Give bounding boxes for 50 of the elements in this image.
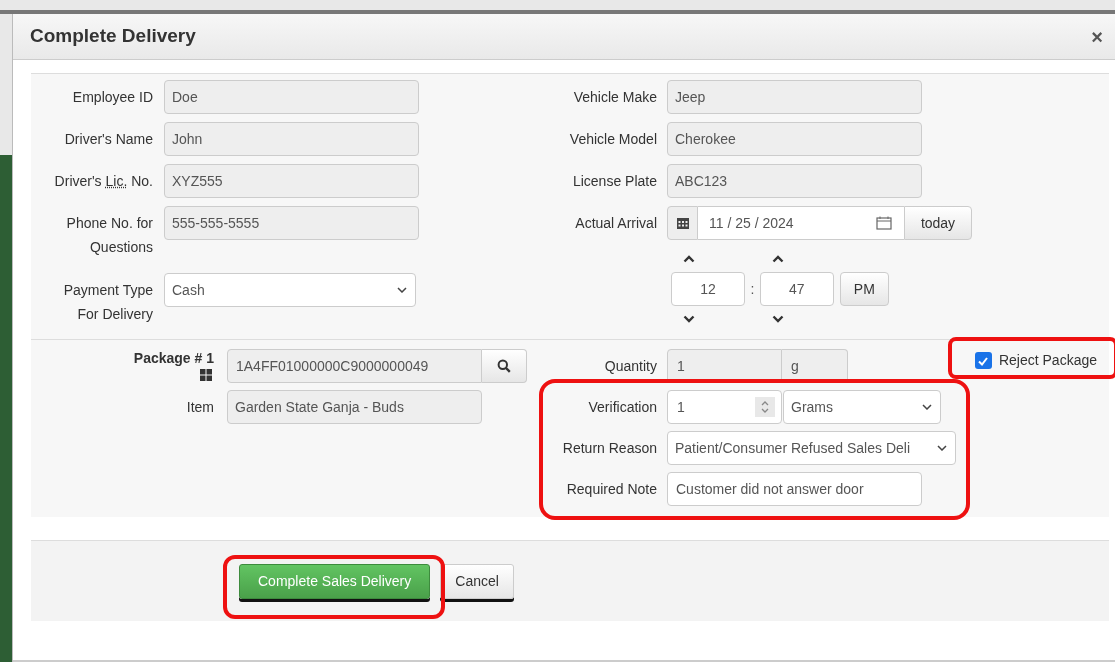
field-label: Actual Arrival	[574, 213, 657, 233]
calendar-addon[interactable]	[667, 206, 698, 240]
field-label: Driver's Lic. No.	[53, 172, 153, 191]
package-id-field: 1A4FF01000000C9000000049	[227, 349, 482, 383]
checkbox-label: Reject Package	[998, 351, 1097, 370]
readonly-field: XYZ555	[164, 164, 419, 198]
spinner-icon[interactable]	[755, 397, 775, 417]
payment-select[interactable]: Cash	[164, 273, 416, 307]
field-label: Payment Type For Delivery	[62, 281, 153, 324]
dialog-title: Complete Delivery	[30, 24, 196, 49]
field-label: Item	[185, 398, 214, 417]
meridian-button[interactable]: PM	[839, 272, 889, 306]
chevron-down-icon	[922, 404, 932, 410]
number-input[interactable]: 1	[667, 390, 782, 424]
readonly-field: John	[164, 122, 419, 156]
minute-input[interactable]: 47	[759, 272, 834, 306]
readonly-field: ABC123	[667, 164, 922, 198]
readonly-field: Cherokee	[667, 122, 922, 156]
field-label: License Plate	[571, 171, 657, 191]
item-field: Garden State Ganja - Buds	[227, 390, 482, 424]
grid-icon[interactable]	[200, 369, 212, 381]
reason-select[interactable]: Patient/Consumer Refused Sales Deli	[667, 431, 956, 465]
checkbox[interactable]	[974, 352, 992, 369]
calendar-icon	[876, 216, 892, 230]
field-label: Vehicle Model	[568, 129, 657, 149]
chevron-down-icon	[397, 287, 407, 293]
date-input[interactable]: 11 / 25 / 2024	[698, 206, 904, 240]
hour-input[interactable]: 12	[671, 272, 745, 306]
field-label: Vehicle Make	[572, 87, 657, 107]
unit-select[interactable]: Grams	[783, 390, 941, 424]
package-label: Package # 1	[133, 349, 214, 367]
field-label: Return Reason	[561, 438, 657, 458]
readonly-field: 555-555-5555	[164, 206, 419, 240]
time-separator: :	[749, 279, 756, 299]
field-label: Phone No. for Questions	[65, 214, 153, 257]
search-button[interactable]	[482, 349, 527, 383]
readonly-field: Doe	[164, 80, 419, 114]
field-label: Driver's Name	[63, 130, 153, 149]
field-label: Verification	[587, 397, 657, 417]
cancel-button[interactable]: Cancel	[440, 563, 514, 599]
field-label: Quantity	[603, 356, 657, 376]
chevron-down-icon	[937, 445, 947, 451]
field-label: Required Note	[565, 479, 657, 499]
field-label: Employee ID	[71, 88, 153, 107]
note-field[interactable]: Customer did not answer door	[667, 472, 922, 506]
search-icon	[497, 359, 511, 373]
today-button[interactable]: today	[904, 206, 972, 240]
calendar-icon	[676, 217, 689, 229]
close-button[interactable]: ×	[1087, 26, 1107, 47]
readonly-field: Jeep	[667, 80, 922, 114]
